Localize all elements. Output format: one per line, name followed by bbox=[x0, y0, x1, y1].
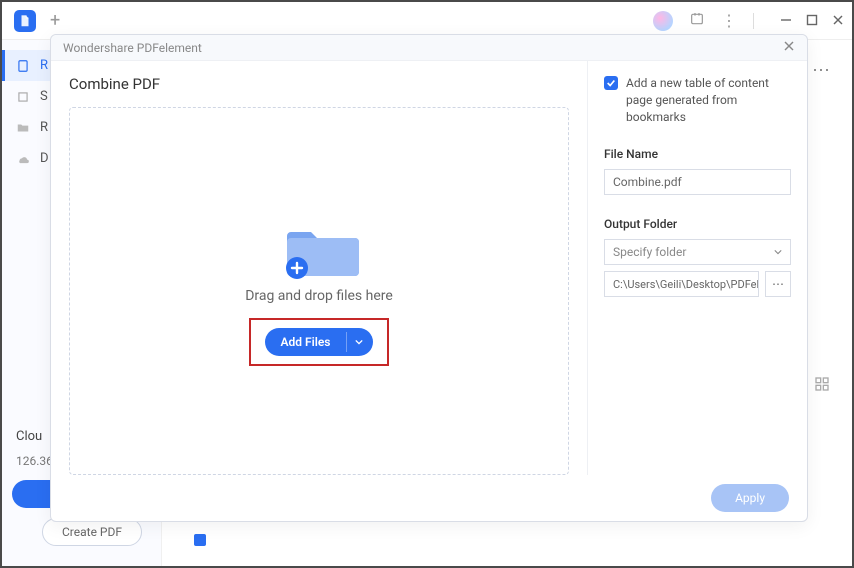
browse-folder-button[interactable]: ⋯ bbox=[765, 271, 791, 297]
create-pdf-label: Create PDF bbox=[62, 525, 122, 539]
add-files-dropdown[interactable] bbox=[347, 338, 373, 346]
dialog-left-pane: Combine PDF Drag and drop files here Add… bbox=[51, 61, 587, 475]
folder-icon bbox=[16, 121, 30, 135]
apply-label: Apply bbox=[735, 491, 765, 505]
titlebar-right: ⋮ bbox=[653, 11, 844, 31]
kebab-menu-icon[interactable]: ⋮ bbox=[721, 11, 737, 30]
divider bbox=[753, 13, 754, 29]
cloud-icon bbox=[16, 152, 30, 166]
folder-add-icon bbox=[283, 216, 355, 274]
dialog-right-pane: Add a new table of content page generate… bbox=[587, 61, 807, 475]
sidebar-item-label: S bbox=[40, 89, 48, 104]
add-files-button[interactable]: Add Files bbox=[265, 328, 374, 356]
grid-view-icon[interactable] bbox=[814, 376, 830, 396]
file-name-label: File Name bbox=[604, 147, 791, 161]
dropzone-text: Drag and drop files here bbox=[245, 288, 393, 304]
small-logo-icon bbox=[194, 534, 206, 546]
dialog-close-button[interactable] bbox=[783, 40, 795, 56]
add-files-label: Add Files bbox=[265, 335, 347, 349]
new-tab-button[interactable]: + bbox=[50, 10, 60, 31]
dialog-footer: Apply bbox=[51, 475, 807, 521]
toc-checkbox-label: Add a new table of content page generate… bbox=[626, 75, 791, 125]
cloud-size: 126.36 bbox=[16, 454, 53, 468]
sidebar-item-label: R bbox=[40, 120, 48, 135]
output-path-text: C:\Users\Geili\Desktop\PDFelement\Cc bbox=[613, 278, 759, 291]
document-icon bbox=[16, 59, 30, 73]
square-icon bbox=[16, 90, 30, 104]
cloud-label: Clou bbox=[16, 429, 53, 444]
dialog-titlebar: Wondershare PDFelement bbox=[51, 35, 807, 61]
toc-checkbox-row[interactable]: Add a new table of content page generate… bbox=[604, 75, 791, 125]
sidebar-item-label: R bbox=[40, 58, 48, 73]
maximize-button[interactable] bbox=[806, 11, 818, 30]
notification-icon[interactable] bbox=[689, 11, 705, 31]
checkbox-checked-icon[interactable] bbox=[604, 76, 618, 90]
output-path-display: C:\Users\Geili\Desktop\PDFelement\Cc bbox=[604, 271, 759, 297]
combine-pdf-dialog: Wondershare PDFelement Combine PDF Drag … bbox=[50, 34, 808, 522]
add-files-highlight: Add Files bbox=[249, 318, 390, 366]
file-dropzone[interactable]: Drag and drop files here Add Files bbox=[69, 107, 569, 475]
dialog-title: Combine PDF bbox=[69, 75, 569, 93]
sidebar-item-label: D bbox=[40, 151, 49, 166]
app-logo-icon bbox=[14, 10, 36, 32]
file-name-input[interactable] bbox=[604, 169, 791, 195]
create-pdf-button[interactable]: Create PDF bbox=[42, 518, 142, 546]
cloud-storage-section: Clou 126.36 bbox=[16, 429, 53, 468]
apply-button[interactable]: Apply bbox=[711, 484, 789, 512]
close-button[interactable] bbox=[832, 11, 844, 30]
more-menu-icon[interactable]: ⋯ bbox=[812, 60, 830, 81]
output-folder-select-text: Specify folder bbox=[613, 245, 686, 259]
output-folder-select[interactable]: Specify folder bbox=[604, 239, 791, 265]
minimize-button[interactable] bbox=[780, 11, 792, 30]
profile-orb-icon[interactable] bbox=[653, 11, 673, 31]
chevron-down-icon bbox=[774, 245, 782, 259]
output-folder-label: Output Folder bbox=[604, 217, 791, 231]
dialog-app-name: Wondershare PDFelement bbox=[63, 41, 202, 55]
